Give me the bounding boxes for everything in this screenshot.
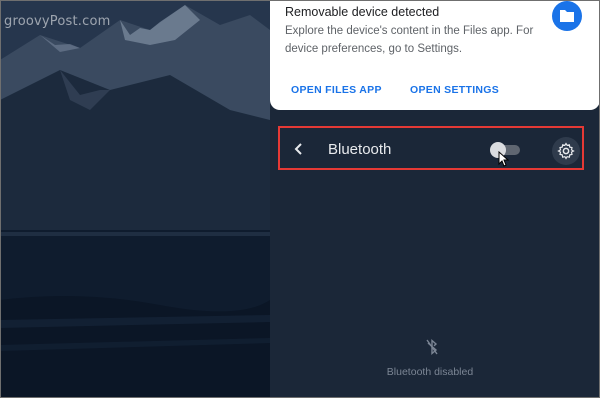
folder-icon [552, 1, 582, 31]
notification-title: Removable device detected [285, 5, 440, 19]
mouse-pointer-icon [498, 150, 510, 172]
notification-body: Explore the device's content in the File… [285, 25, 534, 55]
notification-card[interactable]: Removable device detected Explore the de… [270, 0, 600, 110]
open-files-app-button[interactable]: OPEN FILES APP [291, 84, 382, 96]
bluetooth-disabled-icon [425, 338, 439, 361]
bluetooth-status-text: Bluetooth disabled [386, 366, 474, 378]
bluetooth-header [278, 126, 588, 172]
bluetooth-title: Bluetooth [328, 141, 392, 158]
back-arrow-icon[interactable] [291, 141, 307, 157]
gear-icon [557, 142, 575, 160]
watermark-text: groovyPost.com [4, 14, 111, 29]
open-settings-button[interactable]: OPEN SETTINGS [410, 84, 499, 96]
bluetooth-settings-button[interactable] [552, 137, 580, 165]
